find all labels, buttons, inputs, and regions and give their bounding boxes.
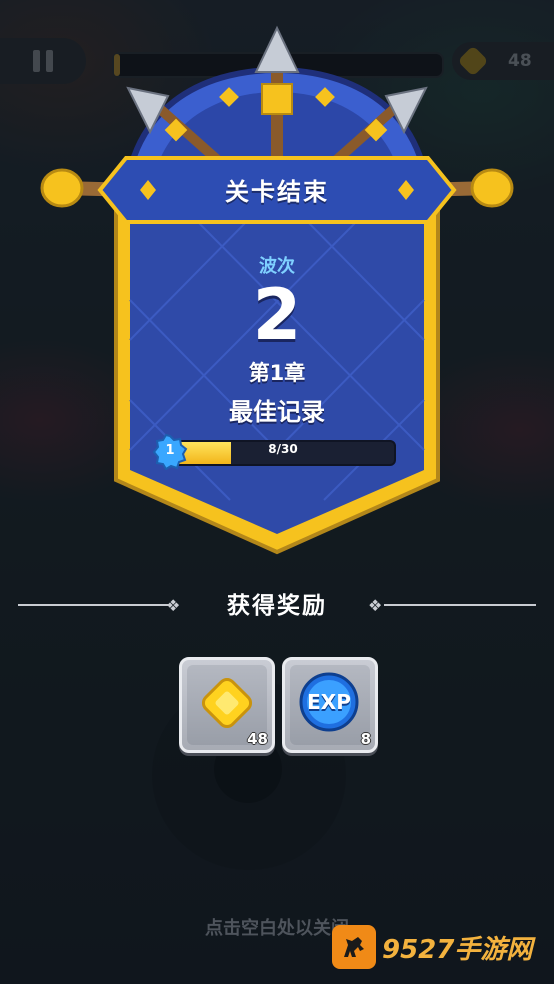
reward-count-exp: 8 (360, 730, 371, 748)
reward-count-gold: 48 (247, 730, 268, 748)
best-record-label: 最佳记录 (229, 398, 325, 426)
exp-label: EXP (307, 690, 351, 714)
watermark: 9527手游网 (332, 922, 552, 972)
divider-ornament-right-icon: ❖ (368, 596, 383, 615)
wave-number: 2 (252, 274, 302, 356)
gold-coin-icon (201, 677, 253, 729)
xp-text: 8/30 (268, 442, 298, 456)
horse-logo-icon (332, 925, 376, 969)
watermark-text: 9527手游网 (382, 934, 533, 965)
panel-title: 关卡结束 (225, 178, 329, 206)
rewards-title: 获得奖励 (227, 593, 327, 619)
reward-slot-gold[interactable]: 48 (179, 657, 275, 753)
divider-left (18, 604, 170, 606)
divider-right (384, 604, 536, 606)
reward-slot-exp[interactable]: EXP 8 (282, 657, 378, 753)
chapter-label: 第1章 (248, 361, 306, 385)
level-number: 1 (165, 443, 175, 458)
